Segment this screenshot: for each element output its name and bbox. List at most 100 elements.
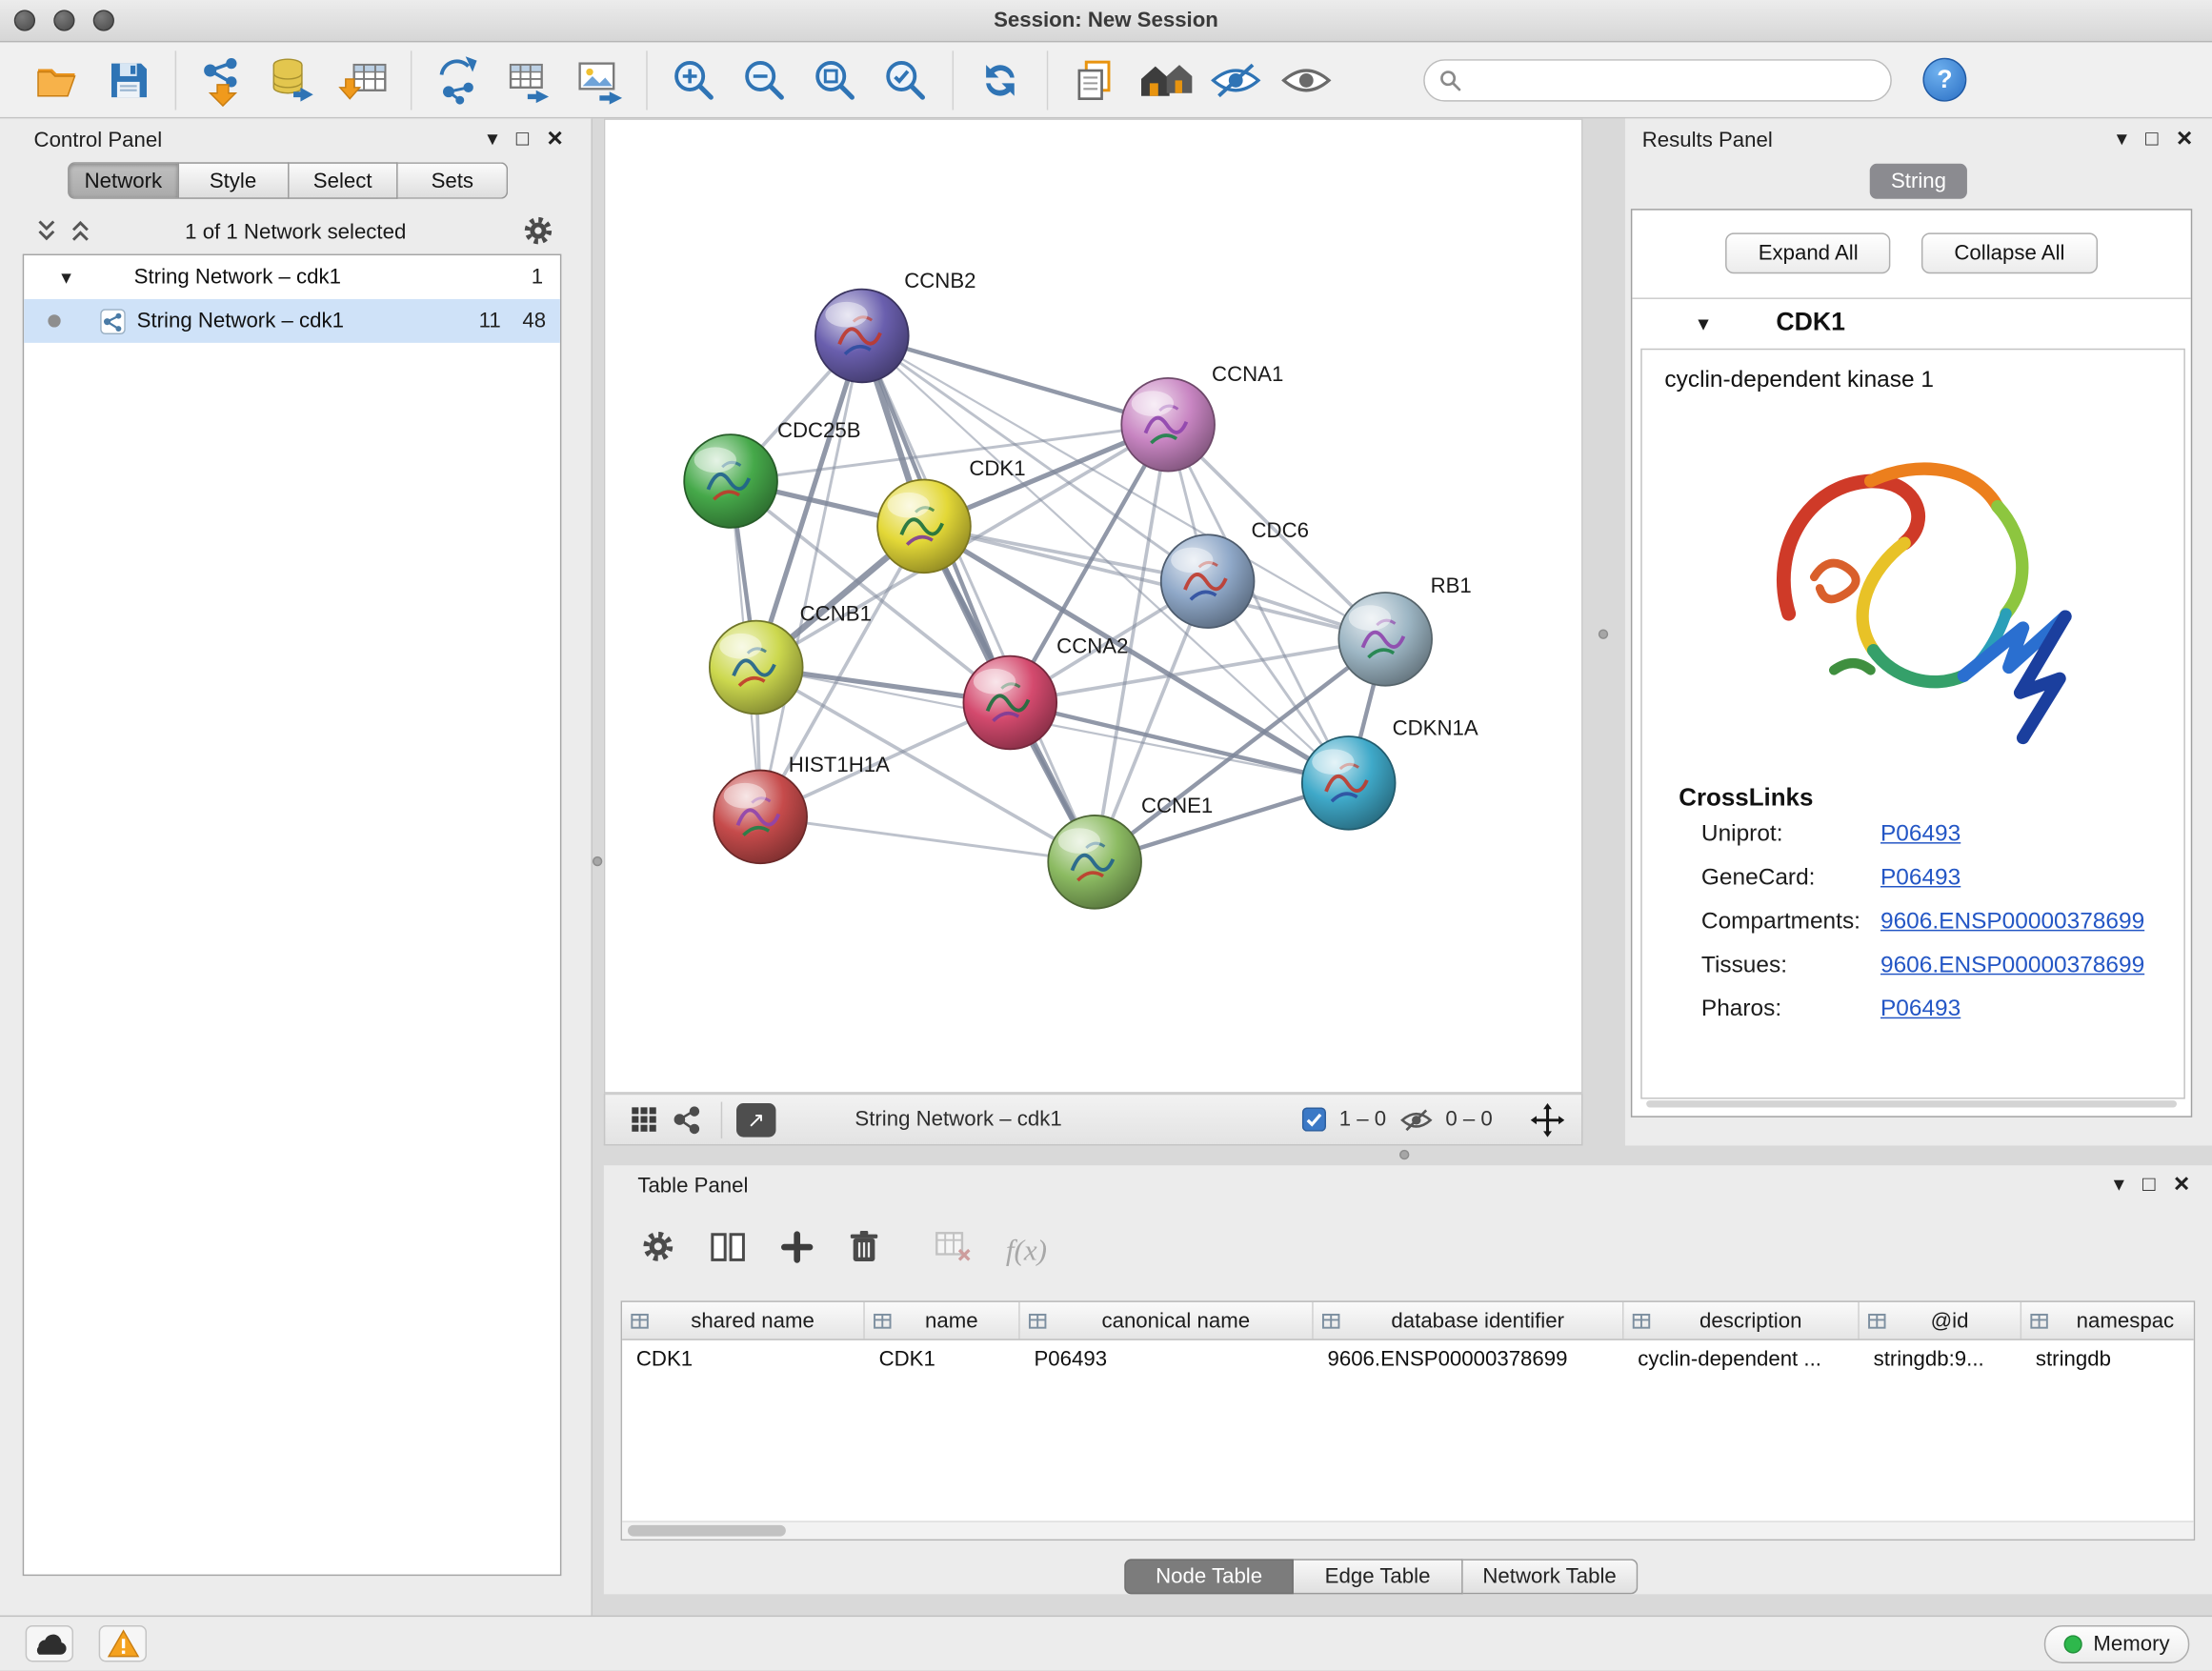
- network-edge[interactable]: [760, 335, 862, 816]
- show-graphics-details-button[interactable]: [1271, 48, 1341, 112]
- save-session-button[interactable]: [93, 48, 164, 112]
- refresh-view-button[interactable]: [965, 48, 1036, 112]
- network-canvas[interactable]: CCNB2CCNA1CDC25BCDK1CDC6RB1CCNB1CCNA2CDK…: [604, 118, 1583, 1093]
- search-field[interactable]: [1423, 58, 1892, 100]
- column-header-namespac[interactable]: namespac: [2021, 1302, 2195, 1339]
- create-column-button[interactable]: [780, 1230, 814, 1271]
- float-panel-icon[interactable]: ▾: [487, 129, 497, 150]
- right-splitter-handle[interactable]: [1599, 629, 1608, 638]
- column-header-description[interactable]: description: [1623, 1302, 1859, 1339]
- search-input[interactable]: [1472, 67, 1877, 93]
- zoom-fit-button[interactable]: [800, 48, 871, 112]
- bottom-splitter-handle[interactable]: [1399, 1150, 1409, 1159]
- function-builder-button[interactable]: f(x): [1006, 1233, 1047, 1268]
- hidden-eye-slash-icon[interactable]: [1398, 1107, 1433, 1133]
- left-splitter-handle[interactable]: [593, 856, 602, 866]
- table-tab-network-table[interactable]: Network Table: [1463, 1559, 1638, 1594]
- network-node-hist1h1a[interactable]: HIST1H1A: [714, 753, 890, 863]
- table-horizontal-scrollbar[interactable]: [622, 1520, 2194, 1539]
- column-header-name[interactable]: name: [865, 1302, 1020, 1339]
- network-node-cdc6[interactable]: CDC6: [1161, 518, 1309, 628]
- network-node-ccna1[interactable]: CCNA1: [1121, 362, 1283, 472]
- control-tab-style[interactable]: Style: [179, 162, 289, 199]
- expand-all-button[interactable]: Expand All: [1726, 232, 1891, 273]
- cell-namespac[interactable]: stringdb: [2021, 1347, 2195, 1371]
- minimize-window-button[interactable]: [53, 10, 74, 30]
- cell-database-identifier[interactable]: 9606.ENSP00000378699: [1314, 1347, 1624, 1371]
- export-image-button[interactable]: [564, 48, 634, 112]
- import-table-button[interactable]: [329, 48, 399, 112]
- network-options-button[interactable]: [522, 214, 554, 253]
- column-header-id[interactable]: @id: [1860, 1302, 2021, 1339]
- help-button[interactable]: ?: [1922, 58, 1966, 102]
- toggle-graphics-details-button[interactable]: [1200, 48, 1271, 112]
- maximize-panel-icon[interactable]: □: [516, 129, 529, 150]
- cell-canonical-name[interactable]: P06493: [1020, 1347, 1314, 1371]
- maximize-panel-icon[interactable]: □: [2145, 129, 2158, 150]
- export-table-button[interactable]: [493, 48, 564, 112]
- table-options-button[interactable]: [640, 1229, 675, 1271]
- network-collection-row[interactable]: ▼ String Network – cdk1 1: [24, 255, 560, 299]
- zoom-in-button[interactable]: [659, 48, 730, 112]
- maximize-panel-icon[interactable]: □: [2142, 1174, 2155, 1195]
- open-session-button[interactable]: [23, 48, 93, 112]
- new-network-from-selection-button[interactable]: [423, 48, 493, 112]
- network-edge[interactable]: [760, 816, 1095, 861]
- network-node-cdkn1a[interactable]: CDKN1A: [1302, 716, 1478, 830]
- column-header-canonical-name[interactable]: canonical name: [1020, 1302, 1314, 1339]
- warnings-button[interactable]: [99, 1625, 147, 1662]
- crosslink-url[interactable]: 9606.ENSP00000378699: [1880, 909, 2144, 936]
- column-header-database-identifier[interactable]: database identifier: [1314, 1302, 1624, 1339]
- import-network-from-file-button[interactable]: [188, 48, 258, 112]
- open-in-new-window-button[interactable]: ↗: [736, 1102, 775, 1137]
- memory-button[interactable]: Memory: [2044, 1624, 2190, 1662]
- zoom-selected-button[interactable]: [871, 48, 941, 112]
- cell-name[interactable]: CDK1: [865, 1347, 1020, 1371]
- control-tab-sets[interactable]: Sets: [398, 162, 508, 199]
- close-window-button[interactable]: [14, 10, 35, 30]
- tab-string[interactable]: String: [1870, 164, 1967, 199]
- zoom-out-button[interactable]: [730, 48, 800, 112]
- gene-section-header[interactable]: ▼ CDK1: [1632, 297, 2190, 345]
- zoom-window-button[interactable]: [93, 10, 114, 30]
- collapse-all-button[interactable]: Collapse All: [1921, 232, 2097, 273]
- close-panel-icon[interactable]: ×: [2174, 1174, 2189, 1195]
- crosslink-url[interactable]: P06493: [1880, 865, 1961, 892]
- float-panel-icon[interactable]: ▾: [2114, 1174, 2124, 1195]
- selected-checkbox-icon[interactable]: [1302, 1107, 1326, 1131]
- home-button[interactable]: [1130, 48, 1200, 112]
- column-header-shared-name[interactable]: shared name: [622, 1302, 865, 1339]
- network-node-ccnb1[interactable]: CCNB1: [710, 602, 872, 715]
- cell-shared-name[interactable]: CDK1: [622, 1347, 865, 1371]
- table-row[interactable]: CDK1CDK1P064939606.ENSP00000378699cyclin…: [622, 1340, 2194, 1379]
- network-row[interactable]: String Network – cdk1 11 48: [24, 299, 560, 343]
- float-panel-icon[interactable]: ▾: [2117, 129, 2127, 150]
- crosslink-url[interactable]: P06493: [1880, 996, 1961, 1022]
- network-edge[interactable]: [862, 335, 1095, 861]
- network-node-rb1[interactable]: RB1: [1338, 574, 1471, 686]
- crosslink-url[interactable]: 9606.ENSP00000378699: [1880, 953, 2144, 979]
- delete-table-button[interactable]: [934, 1229, 972, 1271]
- import-network-from-database-button[interactable]: [258, 48, 329, 112]
- pan-mode-button[interactable]: [1531, 1102, 1565, 1137]
- control-tab-select[interactable]: Select: [289, 162, 398, 199]
- birds-eye-view-button[interactable]: [622, 1098, 664, 1140]
- close-panel-icon[interactable]: ×: [547, 129, 562, 150]
- cell-id[interactable]: stringdb:9...: [1860, 1347, 2021, 1371]
- table-tab-edge-table[interactable]: Edge Table: [1294, 1559, 1463, 1594]
- network-node-cdk1[interactable]: CDK1: [877, 456, 1025, 573]
- table-tab-node-table[interactable]: Node Table: [1124, 1559, 1294, 1594]
- cell-description[interactable]: cyclin-dependent ...: [1623, 1347, 1859, 1371]
- collection-expand-icon[interactable]: ▼: [58, 268, 78, 288]
- network-share-button[interactable]: [664, 1098, 706, 1140]
- horizontal-scrollbar[interactable]: [1646, 1100, 2177, 1107]
- show-columns-button[interactable]: [710, 1230, 747, 1271]
- cloud-status-button[interactable]: [26, 1625, 73, 1662]
- crosslink-url[interactable]: P06493: [1880, 821, 1961, 848]
- close-panel-icon[interactable]: ×: [2177, 129, 2192, 150]
- copy-document-button[interactable]: [1059, 48, 1130, 112]
- collapse-section-icon[interactable]: ▼: [1695, 313, 1713, 334]
- scrollbar-thumb[interactable]: [628, 1525, 786, 1537]
- network-edge[interactable]: [862, 335, 1168, 424]
- network-node-ccnb2[interactable]: CCNB2: [815, 269, 976, 382]
